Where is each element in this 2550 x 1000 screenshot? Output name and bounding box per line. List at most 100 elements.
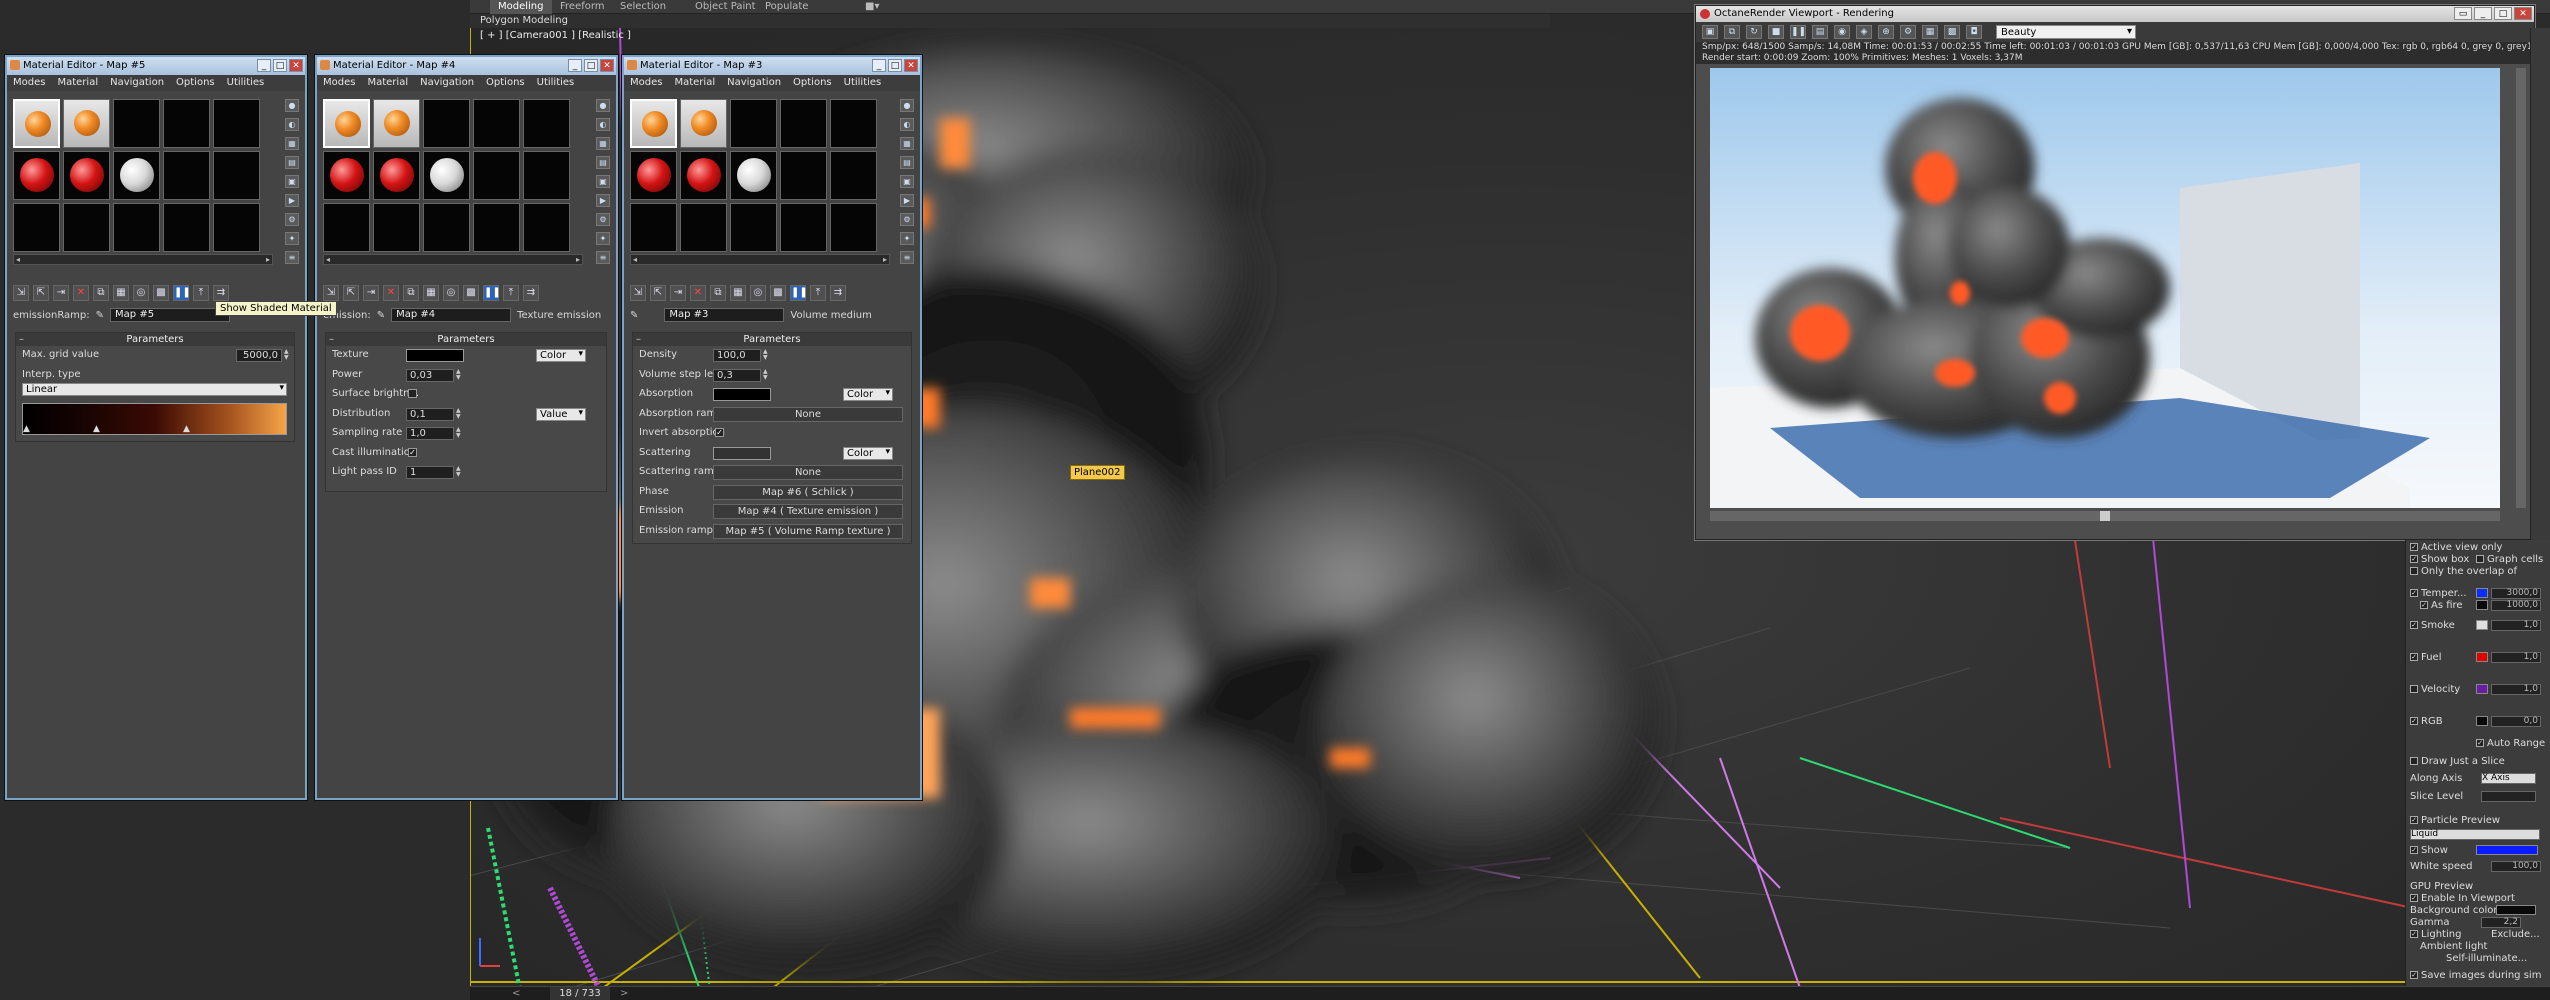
self-illuminate-button[interactable]: Self-illuminate... [2446,953,2527,964]
show-shaded-material-icon[interactable]: ▩ [463,285,479,301]
region-render-icon[interactable]: ◈ [1856,25,1872,39]
spinner-icon[interactable]: ▲ ▼ [456,427,462,440]
sample-slot[interactable] [630,151,677,200]
make-unique-icon[interactable]: ⧉ [403,285,419,301]
material-editor-titlebar[interactable]: Material Editor - Map #4 _ □ ✕ [317,57,616,75]
sample-slot[interactable] [323,151,370,200]
menu-material[interactable]: Material [367,75,408,91]
sample-slot[interactable] [63,203,110,252]
reset-map-icon[interactable]: ✕ [690,285,706,301]
graph-cells-checkbox[interactable]: Graph cells [2476,554,2543,565]
ramp-flag-icon[interactable]: ▲ [93,424,100,434]
sample-slot[interactable] [473,99,520,148]
minimize-button[interactable]: _ [2474,7,2492,20]
sample-slot[interactable] [113,99,160,148]
menu-options[interactable]: Options [176,75,215,91]
render-vertical-scrollbar[interactable] [2516,68,2526,508]
uv-tiling-icon[interactable]: ▤ [596,156,610,169]
fuel-checkbox[interactable]: ✓ Fuel [2410,652,2441,663]
sample-slot[interactable] [830,151,877,200]
reset-map-icon[interactable]: ✕ [73,285,89,301]
background-color-swatch[interactable] [2496,905,2536,915]
sample-slot[interactable] [680,203,727,252]
sample-slot[interactable] [730,203,777,252]
show-shaded-material-icon[interactable]: ▩ [153,285,169,301]
select-by-material-icon[interactable]: ✦ [900,232,914,245]
sample-slot[interactable] [423,151,470,200]
map-name-field[interactable]: Map #5 [110,308,231,322]
cast-illumination-checkbox[interactable]: ✓ [408,447,417,457]
tab-object-paint[interactable]: Object Paint [695,0,756,14]
frame-counter[interactable]: 18 / 733 [550,987,610,1000]
slots-scrollbar[interactable]: ◂ ▸ [323,254,583,265]
menu-options[interactable]: Options [486,75,525,91]
spinner-icon[interactable]: ▲ ▼ [456,368,462,382]
temperature-checkbox[interactable]: ✓ Temper... [2410,588,2467,599]
sample-slot[interactable] [523,99,570,148]
menu-material[interactable]: Material [674,75,715,91]
get-material-icon[interactable]: ⇲ [13,285,29,301]
go-sibling-icon[interactable]: ⇉ [213,285,229,301]
sample-slot[interactable] [163,99,210,148]
background-icon[interactable]: ▦ [596,137,610,150]
lock-icon[interactable]: ▤ [1812,25,1828,39]
smoke-color[interactable] [2476,620,2488,630]
absorption-ramp-button[interactable]: None [713,406,903,422]
backlight-icon[interactable]: ◐ [285,118,299,131]
velocity-input[interactable]: 1,0 [2491,684,2541,695]
rollout-header[interactable]: – Parameters [633,333,911,346]
video-check-icon[interactable]: ▣ [900,175,914,188]
minimize-button[interactable]: _ [257,59,271,72]
light-pass-id-input[interactable]: 1 [406,466,454,479]
as-fire-checkbox[interactable]: ✓ As fire [2420,600,2463,611]
material-editor-titlebar[interactable]: Material Editor - Map #3 _ □ ✕ [624,57,920,75]
tab-selection[interactable]: Selection [620,0,666,14]
close-button[interactable]: ✕ [289,59,303,72]
material-navigator-icon[interactable]: ≡ [285,251,299,264]
gamma-input[interactable]: 2,2 [2481,917,2521,928]
assign-material-icon[interactable]: ⇥ [670,285,686,301]
put-to-scene-icon[interactable]: ⇱ [33,285,49,301]
velocity-color[interactable] [2476,684,2488,694]
maximize-button[interactable]: □ [273,59,287,72]
make-preview-icon[interactable]: ▶ [900,194,914,207]
minimize-button[interactable]: _ [568,59,582,72]
options-icon[interactable]: ⚙ [596,213,610,226]
map-name-field[interactable]: Map #3 [664,308,785,322]
white-speed-input[interactable]: 100,0 [2491,861,2541,872]
save-image-icon[interactable]: ▣ [1702,25,1718,39]
make-preview-icon[interactable]: ▶ [596,194,610,207]
map-type-button[interactable]: Texture emission [517,310,601,321]
sample-slot[interactable] [423,99,470,148]
make-unique-icon[interactable]: ⧉ [710,285,726,301]
map-name-field[interactable]: Map #4 [391,308,512,322]
menu-navigation[interactable]: Navigation [420,75,474,91]
menu-navigation[interactable]: Navigation [110,75,164,91]
prev-frame-button[interactable]: < [512,987,520,1000]
auto-range-checkbox[interactable]: ✓ Auto Range [2476,738,2545,749]
go-parent-icon[interactable]: ⤒ [810,285,826,301]
menu-options[interactable]: Options [793,75,832,91]
maximize-button[interactable]: □ [888,59,902,72]
menu-modes[interactable]: Modes [13,75,45,91]
particle-preview-checkbox[interactable]: ✓ Particle Preview [2410,815,2500,826]
backlight-icon[interactable]: ◐ [900,118,914,131]
close-button[interactable]: ✕ [600,59,614,72]
select-by-material-icon[interactable]: ✦ [285,232,299,245]
temperature-color[interactable] [2476,588,2488,598]
put-to-scene-icon[interactable]: ⇱ [343,285,359,301]
absorption-color-swatch[interactable] [713,388,771,401]
smoke-input[interactable]: 1,0 [2491,620,2541,631]
go-sibling-icon[interactable]: ⇉ [830,285,846,301]
scattering-mode-dropdown[interactable]: Color [843,446,893,460]
distribution-input[interactable]: 0,1 [406,407,454,421]
sample-slot[interactable] [630,203,677,252]
material-editor-titlebar[interactable]: Material Editor - Map #5 _ □ ✕ [7,57,305,75]
material-editor-map5[interactable]: Material Editor - Map #5 _ □ ✕ Modes Mat… [5,55,307,800]
go-parent-icon[interactable]: ⤒ [503,285,519,301]
show-end-result-icon[interactable]: ❚❚ [483,285,501,301]
enable-viewport-checkbox[interactable]: ✓ Enable In Viewport [2410,893,2515,904]
put-to-scene-icon[interactable]: ⇱ [650,285,666,301]
texture-color-swatch[interactable] [406,349,464,362]
octane-titlebar[interactable]: OctaneRender Viewport - Rendering ▭ _ □ … [1696,6,2534,22]
